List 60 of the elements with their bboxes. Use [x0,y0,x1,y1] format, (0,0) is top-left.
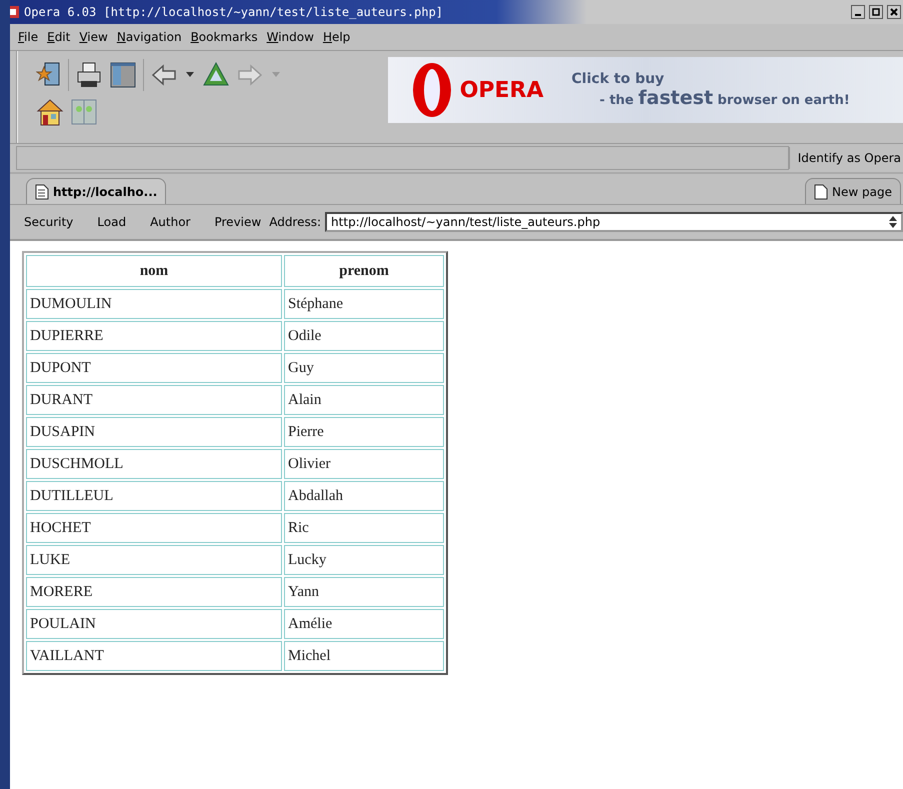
page-tab[interactable]: http://localho... [26,178,166,204]
brand-name: OPERA [460,78,544,102]
toolbar-button[interactable]: Load [97,215,126,229]
table-cell: Guy [284,353,444,383]
table-cell: Alain [284,385,444,415]
identify-as-button[interactable]: Identify as Opera [788,147,903,169]
toolbar-button[interactable]: Author [150,215,190,229]
menu-item[interactable]: File [18,30,38,44]
table-cell: Yann [284,577,444,607]
menu-item[interactable]: Window [266,30,314,44]
table-cell: Olivier [284,449,444,479]
toolbar-button[interactable]: Security [24,215,74,229]
maximize-button[interactable] [869,5,883,19]
close-button[interactable] [887,5,901,19]
panel-icon[interactable] [109,61,137,89]
address-label: Address: [269,215,322,229]
table-cell: DUMOULIN [26,289,282,319]
table-cell: MORERE [26,577,282,607]
home-icon[interactable] [36,97,64,127]
window-title: Opera 6.03 [http://localhost/~yann/test/liste_auteurs.php] [24,5,444,19]
toolbar-button[interactable]: Preview [214,215,262,229]
table-cell: Ric [284,513,444,543]
column-header: prenom [284,255,444,287]
banner-headline: Click to buy [572,71,666,87]
page-icon [35,184,49,200]
menu-item[interactable]: Help [322,30,350,44]
table-cell: LUKE [26,545,282,575]
table-cell: DURANT [26,385,282,415]
column-header: nom [26,255,282,287]
menu-item[interactable]: Bookmarks [190,30,258,44]
menu-item[interactable]: View [79,30,108,44]
dropdown-arrows-icon[interactable] [889,216,897,228]
table-cell: DUSCHMOLL [26,449,282,479]
minimize-button[interactable] [851,5,865,19]
table-cell: DUSAPIN [26,417,282,447]
close-icon [890,8,898,16]
table-cell: HOCHET [26,513,282,543]
table-cell: DUPONT [26,353,282,383]
caret-icon[interactable] [186,72,194,78]
new-page-tab[interactable]: New page [805,178,901,204]
maximize-icon [872,8,880,16]
table-cell: Amélie [284,609,444,639]
banner[interactable]: OPERA Click to buy - the fastest browser on earth! [388,57,903,123]
menu-item[interactable]: Edit [47,30,70,44]
table-cell: Stéphane [284,289,444,319]
menu-item[interactable]: Navigation [116,30,182,44]
table-cell: DUTILLEUL [26,481,282,511]
app-icon [10,5,20,19]
printer-icon[interactable] [75,61,103,89]
table-cell: Lucky [284,545,444,575]
page-icon [814,184,828,200]
table-cell: POULAIN [26,609,282,639]
banner-tagline: - the fastest browser on earth! [600,87,850,109]
address-field[interactable]: http://localhost/~yann/test/liste_auteurs.php [325,212,903,232]
table-cell: Michel [284,641,444,671]
table-cell: Pierre [284,417,444,447]
table-cell: VAILLANT [26,641,282,671]
table-cell: Odile [284,321,444,351]
table-cell: DUPIERRE [26,321,282,351]
table-cell: Abdallah [284,481,444,511]
